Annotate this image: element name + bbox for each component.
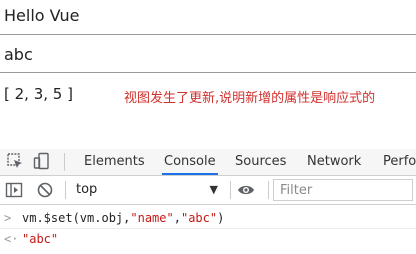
input-echo-text: abc <box>4 45 33 64</box>
console-toolbar: top ▼ <box>0 176 416 205</box>
devtools-tab-bar: Elements Console Sources Network Perfor <box>0 149 416 176</box>
rendered-page: Hello Vue abc [ 2, 3, 5 ] 视图发生了更新,说明新增的属… <box>0 0 416 145</box>
divider <box>0 72 416 73</box>
console-result-line: <· "abc" <box>0 229 416 249</box>
console-command-line: > vm.$set(vm.obj,"name","abc") <box>0 208 416 229</box>
tab-network[interactable]: Network <box>307 149 361 175</box>
console-command: vm.$set(vm.obj,"name","abc") <box>22 208 224 228</box>
devtools-panel: Elements Console Sources Network Perfor … <box>0 145 416 254</box>
command-prefix: vm.$set(vm.obj, <box>22 211 131 225</box>
tab-sources[interactable]: Sources <box>235 149 286 175</box>
inspect-icon[interactable] <box>6 152 24 170</box>
tab-performance[interactable]: Perfor <box>383 149 416 175</box>
return-arrow-icon: <· <box>4 232 19 246</box>
command-arg-name: "name" <box>130 211 174 225</box>
sidebar-toggle-icon[interactable] <box>5 181 23 199</box>
toolbar-separator <box>268 181 269 199</box>
command-sep: , <box>173 211 181 225</box>
toolbar-separator <box>230 181 231 199</box>
command-suffix: ) <box>217 211 225 225</box>
page-title: Hello Vue <box>4 6 80 25</box>
toolbar-separator <box>64 153 65 171</box>
tab-console[interactable]: Console <box>162 149 218 175</box>
eye-icon[interactable] <box>237 181 255 199</box>
tab-elements[interactable]: Elements <box>84 149 145 175</box>
device-toggle-icon[interactable] <box>33 152 51 170</box>
chevron-down-icon: ▼ <box>209 183 218 196</box>
divider <box>0 34 416 35</box>
command-arg-value: "abc" <box>180 211 218 225</box>
chevron-right-icon: > <box>4 211 12 225</box>
array-display: [ 2, 3, 5 ] <box>4 85 73 103</box>
clear-console-icon[interactable] <box>36 181 54 199</box>
toolbar-separator <box>65 181 66 199</box>
annotation-note: 视图发生了更新,说明新增的属性是响应式的 <box>124 91 376 106</box>
context-select-value: top <box>76 182 98 197</box>
filter-input[interactable] <box>273 179 413 201</box>
console-result: "abc" <box>22 232 59 246</box>
context-select[interactable]: top ▼ <box>72 179 222 201</box>
